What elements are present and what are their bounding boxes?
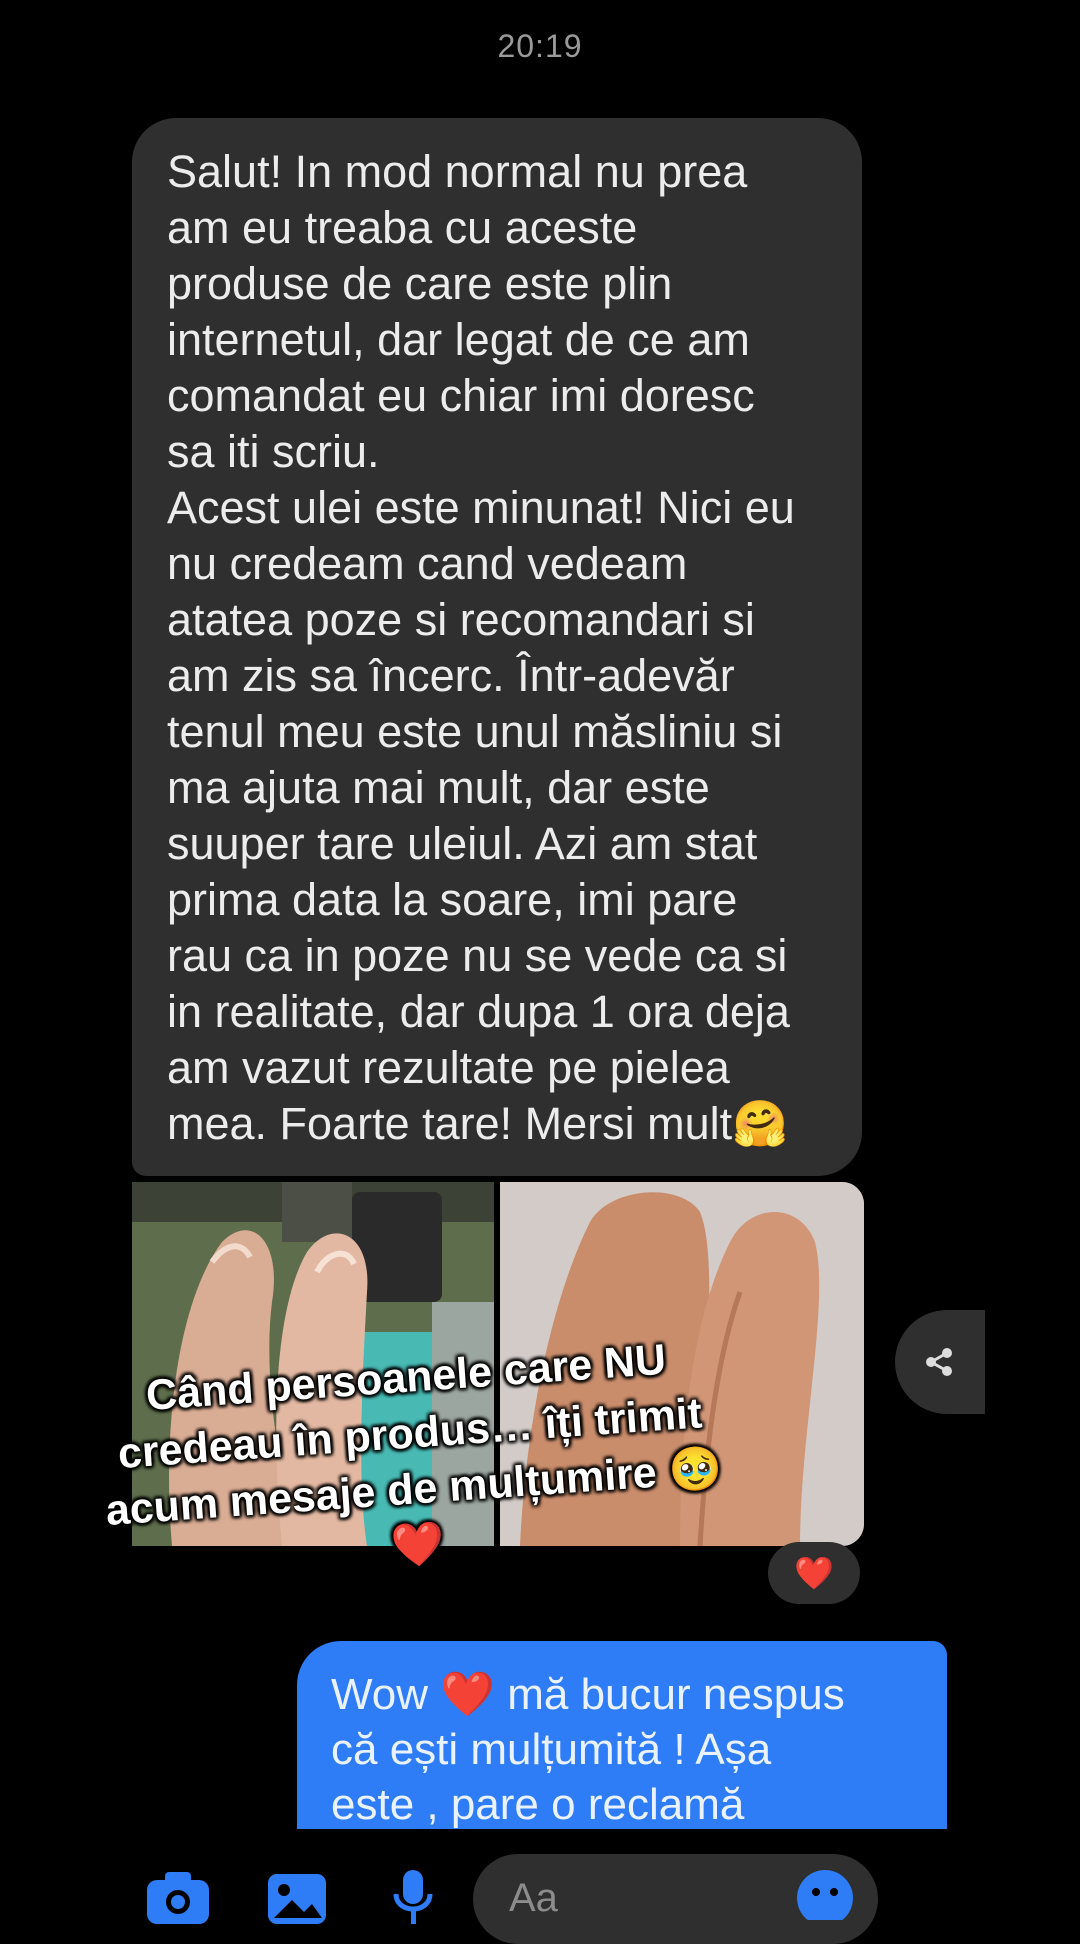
message-line: am eu treaba cu aceste — [167, 202, 638, 253]
heart-icon: ❤️ — [794, 1555, 834, 1591]
message-line: produse de care este plin — [167, 258, 673, 309]
message-line: este , pare o reclamă — [331, 1780, 745, 1829]
share-icon — [926, 1348, 952, 1376]
message-line: ma ajuta mai mult, dar este — [167, 762, 710, 813]
message-line: in realitate, dar dupa 1 ora deja — [167, 986, 790, 1037]
message-line: că ești mulțumită ! Așa — [331, 1725, 772, 1774]
heart-reaction[interactable]: ❤️ — [768, 1542, 860, 1604]
message-line: rau ca in poze nu se vede ca si — [167, 930, 788, 981]
incoming-message-bubble[interactable]: Salut! In mod normal nu prea am eu treab… — [132, 118, 862, 1176]
message-line: mea. Foarte tare! Mersi mult🤗 — [167, 1098, 789, 1149]
message-line: nu credeam cand vedeam — [167, 538, 688, 589]
message-line: Acest ulei este minunat! Nici eu — [167, 482, 795, 533]
share-button[interactable] — [895, 1310, 985, 1414]
message-line: atatea poze si recomandari si — [167, 594, 755, 645]
microphone-icon[interactable] — [392, 1868, 434, 1924]
message-input-placeholder: Aa — [509, 1876, 558, 1920]
message-line: tenul meu este unul măsliniu si — [167, 706, 783, 757]
message-line: prima data la soare, imi pare — [167, 874, 738, 925]
message-line: Salut! In mod normal nu prea — [167, 146, 748, 197]
camera-icon[interactable] — [145, 1868, 211, 1924]
message-line: comandat eu chiar imi doresc — [167, 370, 755, 421]
message-line: am zis sa încerc. Într-adevăr — [167, 650, 735, 701]
message-line: internetul, dar legat de ce am — [167, 314, 750, 365]
message-timestamp: 20:19 — [497, 28, 583, 64]
outgoing-message-bubble[interactable]: Wow ❤️ mă bucur nespus că ești mulțumită… — [297, 1641, 947, 1829]
message-line: am vazut rezultate pe pielea — [167, 1042, 730, 1093]
message-line: sa iti scriu. — [167, 426, 380, 477]
message-line: Wow ❤️ mă bucur nespus — [331, 1670, 845, 1719]
message-line: suuper tare uleiul. Azi am stat — [167, 818, 758, 869]
gallery-icon[interactable] — [266, 1868, 328, 1924]
emoji-icon[interactable] — [795, 1868, 855, 1920]
